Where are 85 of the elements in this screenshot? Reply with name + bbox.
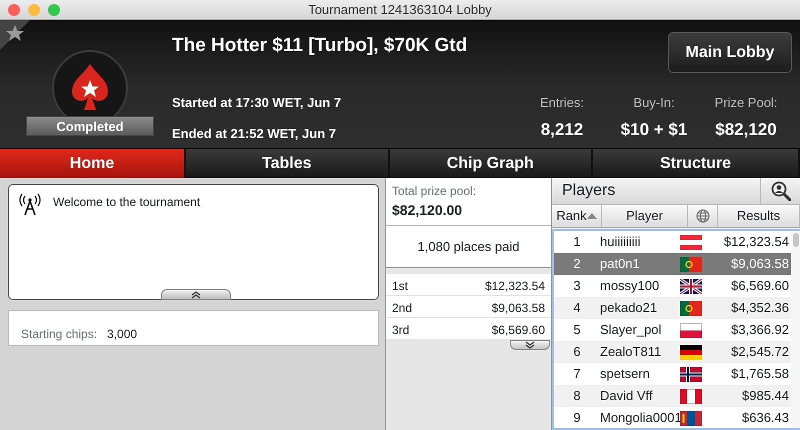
flag-icon bbox=[680, 388, 702, 404]
globe-icon bbox=[696, 209, 710, 223]
player-name: pat0n1 bbox=[600, 255, 641, 274]
starting-chips-label: Starting chips: bbox=[21, 326, 98, 343]
flag-icon bbox=[680, 322, 702, 338]
favorite-star-icon[interactable] bbox=[0, 20, 30, 50]
player-row[interactable]: 5 Slayer_pol $3,366.92 bbox=[554, 319, 791, 341]
prize-amount: $9,063.58 bbox=[492, 300, 545, 314]
player-name: mossy100 bbox=[600, 277, 660, 296]
player-name: pekado21 bbox=[600, 299, 658, 318]
news-text: Welcome to the tournament bbox=[53, 194, 200, 211]
column-header-label: Rank bbox=[556, 207, 587, 226]
stat-label: Prize Pool: bbox=[714, 94, 778, 112]
tab[interactable]: Tables bbox=[186, 149, 390, 178]
flag-icon bbox=[680, 300, 702, 316]
scrollbar[interactable] bbox=[791, 231, 800, 428]
main-lobby-button[interactable]: Main Lobby bbox=[668, 32, 792, 73]
end-time: Ended at 21:52 WET, Jun 7 bbox=[172, 125, 337, 143]
result-cell-text: $4,352.36 bbox=[730, 299, 790, 318]
expand-handle[interactable] bbox=[161, 289, 231, 300]
rank-cell-text: 9 bbox=[572, 409, 582, 428]
sort-ascending-icon bbox=[586, 212, 597, 220]
player-row[interactable]: 1 huiiiiiiiii $12,323.54 bbox=[554, 231, 791, 253]
column-header[interactable]: Results bbox=[718, 205, 800, 227]
flag-icon bbox=[680, 366, 702, 382]
player-name: David Vff bbox=[600, 387, 654, 406]
prize-amount: $6,569.60 bbox=[492, 322, 545, 336]
status-ribbon: Completed bbox=[26, 116, 154, 136]
window-title: Tournament 1241363104 Lobby bbox=[308, 2, 492, 17]
result-cell-text: $985.44 bbox=[741, 387, 790, 406]
starting-chips-value: 3,000 bbox=[107, 326, 138, 343]
flag-icon bbox=[680, 410, 702, 426]
rank-cell-text: 3 bbox=[572, 277, 582, 296]
rank-cell-text: 6 bbox=[572, 343, 582, 362]
prize-place: 1st bbox=[392, 278, 408, 292]
column-header[interactable]: Player bbox=[602, 205, 688, 227]
rank-cell-text: 5 bbox=[572, 321, 582, 340]
search-icon bbox=[770, 181, 790, 201]
tab[interactable]: Structure bbox=[593, 149, 800, 178]
broadcast-tower-icon bbox=[19, 193, 41, 216]
places-paid: 1,080 places paid bbox=[386, 226, 551, 268]
player-row[interactable]: 3 mossy100 $6,569.60 bbox=[554, 275, 791, 297]
player-name: huiiiiiiiii bbox=[600, 233, 642, 252]
start-time: Started at 17:30 WET, Jun 7 bbox=[172, 94, 342, 112]
total-prize-label: Total prize pool: bbox=[392, 183, 478, 200]
result-cell-text: $12,323.54 bbox=[722, 233, 790, 252]
tab[interactable]: Home bbox=[0, 149, 186, 178]
rank-cell-text: 1 bbox=[572, 233, 582, 252]
stat-label: Buy-In: bbox=[632, 94, 676, 112]
stat-value: $10 + $1 bbox=[620, 118, 688, 140]
prize-amount: $12,323.54 bbox=[484, 278, 545, 292]
result-cell-text: $2,545.72 bbox=[730, 343, 790, 362]
flag-icon bbox=[680, 278, 702, 294]
flag-icon bbox=[680, 256, 702, 272]
result-cell-text: $636.43 bbox=[741, 409, 790, 428]
player-row[interactable]: 9 Mongolia0001 $636.43 bbox=[554, 407, 791, 428]
double-chevron-up-icon bbox=[190, 290, 202, 299]
rank-cell-text: 4 bbox=[572, 299, 582, 318]
stat-label: Entries: bbox=[538, 94, 586, 112]
total-prize-value: $82,120.00 bbox=[392, 201, 464, 220]
stat-value: $82,120 bbox=[714, 118, 778, 140]
flag-icon bbox=[680, 344, 702, 360]
player-row[interactable]: 7 spetsern $1,765.58 bbox=[554, 363, 791, 385]
result-cell-text: $6,569.60 bbox=[730, 277, 790, 296]
tab[interactable]: Chip Graph bbox=[390, 149, 593, 178]
double-chevron-down-icon bbox=[524, 341, 536, 349]
prize-place: 2nd bbox=[392, 300, 412, 314]
result-cell-text: $9,063.58 bbox=[730, 255, 790, 274]
player-name: Slayer_pol bbox=[600, 321, 662, 340]
player-row[interactable]: 2 pat0n1 $9,063.58 bbox=[554, 253, 791, 275]
player-name: spetsern bbox=[600, 365, 651, 384]
flag-icon bbox=[680, 234, 702, 250]
result-cell-text: $1,765.58 bbox=[730, 365, 790, 384]
rank-cell-text: 7 bbox=[572, 365, 582, 384]
result-cell-text: $3,366.92 bbox=[730, 321, 790, 340]
players-title: Players bbox=[561, 181, 616, 201]
rank-cell-text: 2 bbox=[572, 255, 582, 274]
expand-handle[interactable] bbox=[510, 340, 550, 350]
stat-value: 8,212 bbox=[540, 118, 584, 140]
tournament-title: The Hotter $11 [Turbo], $70K Gtd bbox=[172, 34, 468, 58]
player-name: Mongolia0001 bbox=[600, 409, 680, 428]
prize-place: 3rd bbox=[392, 322, 410, 336]
player-name: ZealoT811 bbox=[600, 343, 662, 362]
column-header[interactable]: Rank bbox=[552, 205, 602, 227]
rank-cell-text: 8 bbox=[572, 387, 582, 406]
